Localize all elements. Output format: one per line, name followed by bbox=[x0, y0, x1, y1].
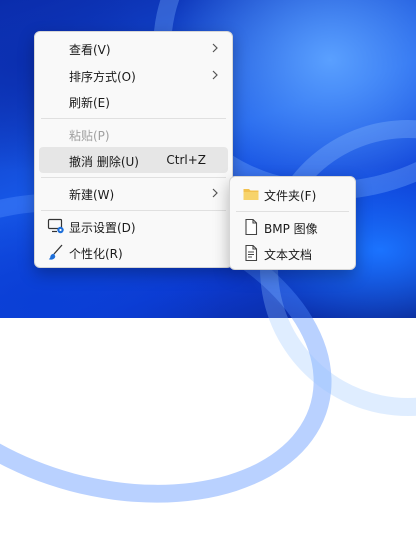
submenu-item-label: BMP 图像 bbox=[264, 222, 318, 236]
paintbrush-icon bbox=[48, 244, 63, 260]
submenu-item-folder[interactable]: 文件夹(F) bbox=[234, 181, 351, 207]
menu-item-undo-delete[interactable]: 撤消 删除(U) Ctrl+Z bbox=[39, 147, 228, 173]
submenu-item-text-document[interactable]: 文本文档 bbox=[234, 240, 351, 266]
chevron-right-icon bbox=[212, 43, 218, 53]
menu-item-label: 粘贴(P) bbox=[69, 129, 110, 143]
menu-item-label: 显示设置(D) bbox=[69, 221, 136, 235]
display-settings-icon bbox=[47, 218, 64, 234]
menu-item-label: 撤消 删除(U) bbox=[69, 155, 139, 169]
menu-item-paste: 粘贴(P) bbox=[39, 121, 228, 147]
menu-separator bbox=[41, 118, 226, 119]
submenu-item-bmp-image[interactable]: BMP 图像 bbox=[234, 214, 351, 240]
menu-item-personalize[interactable]: 个性化(R) bbox=[39, 239, 228, 265]
menu-item-display-settings[interactable]: 显示设置(D) bbox=[39, 213, 228, 239]
menu-item-label: 刷新(E) bbox=[69, 96, 110, 110]
document-icon bbox=[245, 218, 258, 236]
desktop-context-menu: 查看(V) 排序方式(O) 刷新(E) 粘贴(P) 撤消 删除(U) Ctrl+… bbox=[34, 31, 233, 268]
new-submenu: 文件夹(F) BMP 图像 文本文档 bbox=[229, 176, 356, 270]
menu-separator bbox=[41, 210, 226, 211]
submenu-item-label: 文件夹(F) bbox=[264, 189, 317, 203]
menu-item-label: 排序方式(O) bbox=[69, 70, 136, 84]
menu-item-sort-by[interactable]: 排序方式(O) bbox=[39, 62, 228, 88]
menu-item-refresh[interactable]: 刷新(E) bbox=[39, 88, 228, 114]
menu-item-view[interactable]: 查看(V) bbox=[39, 35, 228, 61]
chevron-right-icon bbox=[212, 70, 218, 80]
chevron-right-icon bbox=[212, 188, 218, 198]
menu-item-label: 个性化(R) bbox=[69, 247, 123, 261]
folder-icon bbox=[243, 189, 259, 200]
menu-item-label: 查看(V) bbox=[69, 43, 111, 57]
menu-item-new[interactable]: 新建(W) bbox=[39, 180, 228, 206]
submenu-item-label: 文本文档 bbox=[264, 248, 313, 262]
menu-separator bbox=[41, 177, 226, 178]
text-document-icon bbox=[245, 244, 258, 262]
menu-item-shortcut: Ctrl+Z bbox=[166, 153, 206, 167]
menu-item-label: 新建(W) bbox=[69, 188, 115, 202]
menu-separator bbox=[236, 211, 349, 212]
